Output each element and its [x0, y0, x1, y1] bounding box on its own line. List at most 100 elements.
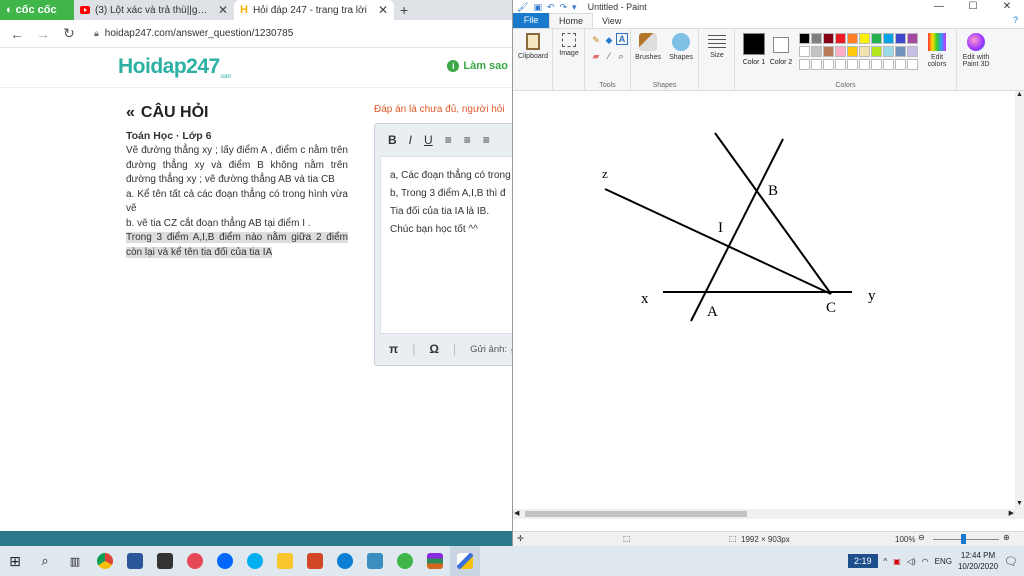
size-button[interactable]: Size [703, 35, 731, 59]
minimize-icon[interactable]: — [922, 0, 956, 14]
language-indicator[interactable]: ENG [935, 557, 952, 566]
chrome-app[interactable] [90, 546, 120, 576]
color-swatch[interactable] [823, 33, 834, 44]
explorer-app[interactable] [270, 546, 300, 576]
empty-swatch[interactable] [859, 59, 870, 70]
fill-icon[interactable]: ◆ [604, 35, 614, 45]
text-icon[interactable]: A [616, 33, 628, 45]
paint-app[interactable] [450, 546, 480, 576]
forward-icon[interactable]: → [36, 26, 50, 42]
color-swatch[interactable] [895, 33, 906, 44]
tab-youtube[interactable]: (3) Lột xác và trả thù||gacha li ✕ [74, 0, 234, 20]
shapes-button[interactable]: Shapes [665, 33, 697, 61]
omega-icon[interactable]: Ω [429, 342, 439, 356]
close-icon[interactable]: ✕ [378, 3, 388, 17]
coccoc-app[interactable] [390, 546, 420, 576]
maximize-icon[interactable]: ☐ [956, 0, 990, 14]
zoom-in-icon[interactable]: ⊕ [1003, 533, 1010, 542]
vertical-scrollbar[interactable]: ▲ ▼ [1015, 91, 1024, 519]
scroll-thumb[interactable] [525, 511, 747, 517]
empty-swatch[interactable] [907, 59, 918, 70]
tab-home[interactable]: Home [549, 13, 594, 28]
color-swatch[interactable] [907, 33, 918, 44]
empty-swatch[interactable] [883, 59, 894, 70]
eraser-icon[interactable]: ▰ [591, 51, 601, 61]
back-icon[interactable]: ← [10, 26, 24, 42]
chevron-up-icon[interactable]: ^ [884, 557, 888, 566]
empty-swatch[interactable] [871, 59, 882, 70]
browser-brand[interactable]: ◐ cốc cốc [0, 0, 74, 20]
color-swatch[interactable] [811, 33, 822, 44]
color-swatch[interactable] [799, 46, 810, 57]
close-icon[interactable]: ✕ [990, 0, 1024, 14]
zoom-slider[interactable] [933, 539, 999, 540]
clipboard-button[interactable]: Clipboard [516, 33, 550, 60]
winrar-app[interactable] [420, 546, 450, 576]
word-app[interactable] [120, 546, 150, 576]
antivirus-icon[interactable]: ▣ [893, 557, 901, 566]
chevron-down-icon[interactable]: ▼ [1016, 500, 1023, 507]
tab-file[interactable]: File [513, 13, 549, 28]
snip-app[interactable] [180, 546, 210, 576]
new-tab-button[interactable]: + [394, 0, 414, 20]
tab-hoidap[interactable]: H Hỏi đáp 247 - trang tra lời ✕ [234, 0, 394, 20]
color-swatch[interactable] [895, 46, 906, 57]
zalo-app[interactable] [210, 546, 240, 576]
color-swatch[interactable] [799, 33, 810, 44]
color-swatch[interactable] [859, 46, 870, 57]
empty-swatch[interactable] [847, 59, 858, 70]
search-button[interactable]: ⌕ [30, 546, 60, 576]
underline-button[interactable]: U [424, 133, 433, 147]
color-swatch[interactable] [883, 46, 894, 57]
paint-app-icon[interactable]: 🖌︎ [517, 2, 528, 13]
chevron-left-icon[interactable]: ◀ [514, 509, 519, 517]
color-swatch[interactable] [835, 46, 846, 57]
task-view-button[interactable]: ▥ [60, 546, 90, 576]
skype-app[interactable] [240, 546, 270, 576]
horizontal-scrollbar[interactable]: ◀ ▶ [513, 509, 1015, 519]
chevron-down-icon[interactable]: ▾ [572, 2, 577, 13]
bold-button[interactable]: B [388, 133, 397, 147]
start-button[interactable]: ⊞ [0, 546, 30, 576]
speaker-icon[interactable]: ◁) [907, 557, 916, 566]
color-swatch[interactable] [907, 46, 918, 57]
sketch-app[interactable] [360, 546, 390, 576]
save-icon[interactable]: ▣ [533, 2, 542, 13]
color-swatch[interactable] [847, 46, 858, 57]
color2-swatch[interactable] [773, 37, 789, 53]
edit-colors-button[interactable]: Edit colors [921, 33, 953, 68]
reload-icon[interactable]: ↻ [62, 25, 76, 42]
image-button[interactable]: Image [555, 33, 583, 57]
color-swatch[interactable] [835, 33, 846, 44]
color-swatch[interactable] [859, 33, 870, 44]
tab-view[interactable]: View [593, 14, 630, 28]
help-icon[interactable]: ? [1013, 15, 1018, 25]
empty-swatch[interactable] [823, 59, 834, 70]
empty-swatch[interactable] [895, 59, 906, 70]
italic-button[interactable]: I [409, 133, 412, 147]
empty-swatch[interactable] [835, 59, 846, 70]
color-picker-icon[interactable]: ⁄ [604, 51, 614, 61]
powerpoint-app[interactable] [300, 546, 330, 576]
help-link[interactable]: i Làm sao [447, 60, 508, 72]
color-swatch[interactable] [871, 33, 882, 44]
address-bar[interactable]: 🔒︎ hoidap247.com/answer_question/1230785 [94, 28, 293, 39]
battery-timer[interactable]: 2:19 [847, 554, 878, 568]
align-left-icon[interactable]: ≡ [445, 133, 452, 147]
color-swatch[interactable] [871, 46, 882, 57]
color-swatch[interactable] [847, 33, 858, 44]
brushes-button[interactable]: Brushes [633, 33, 663, 61]
zoom-thumb[interactable] [961, 534, 966, 544]
color-swatch[interactable] [823, 46, 834, 57]
site-logo[interactable]: Hoidap247.com [118, 55, 231, 80]
magnifier-icon[interactable]: ⌕ [616, 51, 626, 61]
chevron-up-icon[interactable]: ▲ [1016, 91, 1023, 98]
pencil-icon[interactable]: ✎ [591, 35, 601, 45]
notification-icon[interactable]: 🗨︎ [1004, 555, 1018, 568]
drawing-canvas[interactable]: z B I x A C y [513, 91, 1015, 519]
clock[interactable]: 12:44 PM 10/20/2020 [958, 550, 998, 572]
pi-icon[interactable]: π [389, 342, 398, 356]
align-center-icon[interactable]: ≡ [464, 133, 471, 147]
redo-icon[interactable]: ↷ [560, 2, 568, 13]
color-swatch[interactable] [883, 33, 894, 44]
